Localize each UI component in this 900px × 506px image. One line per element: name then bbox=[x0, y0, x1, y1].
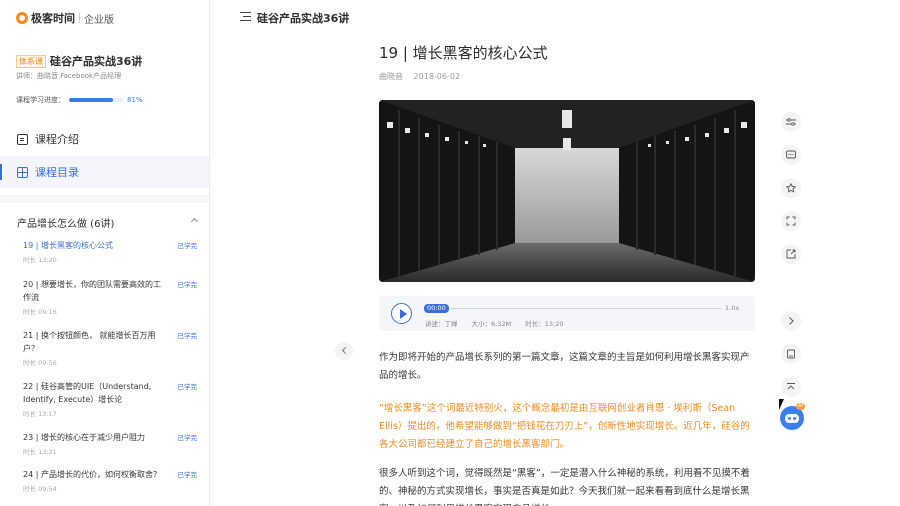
share-icon bbox=[786, 249, 796, 259]
fullscreen-icon bbox=[786, 216, 796, 226]
course-tag: 体系课 bbox=[16, 54, 46, 68]
lesson-duration: 时长 13:21 bbox=[23, 448, 57, 456]
sidebar-divider bbox=[0, 195, 209, 203]
course-teacher: 讲师：曲晓音 Facebook产品经理 bbox=[16, 72, 122, 80]
lesson-title: 20 | 想要增长，你的团队需要高效的工作流 bbox=[23, 280, 161, 302]
article-paragraph-highlight: “增长黑客”这个词最近特别火，这个概念最初是由互联网创业者肖恩 · 埃利斯（Se… bbox=[379, 403, 750, 450]
lesson-item[interactable]: 20 | 想要增长，你的团队需要高效的工作流 时长 09:16 已学完 bbox=[23, 278, 197, 316]
lesson-status: 已学完 bbox=[177, 434, 198, 442]
nav-course-intro[interactable]: 课程介绍 bbox=[0, 123, 209, 155]
audio-player: 00:00 1.0x 讲述：丁婵 大小：6.32M 时长：13:20 bbox=[379, 296, 755, 331]
course-header: 体系课 硅谷产品实战36讲 bbox=[16, 53, 142, 69]
next-icon bbox=[789, 317, 794, 325]
audio-progress-track[interactable] bbox=[451, 308, 721, 309]
progress-fill bbox=[69, 98, 113, 102]
chevron-up-icon bbox=[190, 217, 199, 226]
lesson-title: 19 | 增长黑客的核心公式 bbox=[23, 241, 113, 250]
progress-value: 81% bbox=[127, 96, 143, 104]
audio-duration: 时长：13:20 bbox=[525, 320, 564, 328]
lesson-item[interactable]: 23 | 增长的核心在于减少用户阻力 时长 13:21 已学完 bbox=[23, 431, 197, 456]
settings-icon bbox=[786, 118, 796, 126]
lesson-status: 已学完 bbox=[177, 332, 198, 340]
back-to-top-button[interactable] bbox=[781, 377, 801, 397]
lesson-duration: 时长 09:54 bbox=[23, 485, 57, 493]
nav-label: 课程目录 bbox=[35, 166, 79, 179]
logo-separator bbox=[79, 13, 80, 23]
lesson-title: 22 | 硅谷高管的UIE（Understand, Identify, Exec… bbox=[23, 382, 152, 404]
previous-article-button[interactable] bbox=[335, 342, 353, 360]
bookmark-icon bbox=[787, 349, 795, 359]
chapter-header[interactable]: 产品增长怎么做 (6讲) bbox=[17, 215, 199, 230]
audio-info: 讲述：丁婵 大小：6.32M 时长：13:20 bbox=[425, 318, 575, 328]
star-icon bbox=[786, 183, 796, 193]
logo-name: 极客时间 bbox=[31, 12, 75, 25]
lesson-status: 已学完 bbox=[177, 242, 198, 250]
lesson-title: 24 | 产品增长的代价，如何权衡取舍? bbox=[23, 470, 158, 479]
lesson-duration: 时长 13:17 bbox=[23, 410, 57, 418]
lesson-item[interactable]: 24 | 产品增长的代价，如何权衡取舍? 时长 09:54 已学完 bbox=[23, 468, 197, 493]
share-button[interactable] bbox=[781, 244, 801, 264]
lesson-status: 已学完 bbox=[177, 281, 198, 289]
progress-label: 课程学习进度： bbox=[16, 96, 65, 104]
playback-speed[interactable]: 1.0x bbox=[725, 304, 739, 312]
fullscreen-button[interactable] bbox=[781, 211, 801, 231]
article-meta: 曲晓音 2018-06-02 bbox=[379, 71, 460, 82]
next-article-button[interactable] bbox=[781, 311, 801, 331]
lesson-title: 23 | 增长的核心在于减少用户阻力 bbox=[23, 433, 145, 442]
lesson-status: 已学完 bbox=[177, 383, 198, 391]
robot-icon bbox=[785, 414, 799, 423]
article-date: 2018-06-02 bbox=[413, 72, 461, 81]
comment-icon bbox=[786, 150, 796, 159]
course-progress: 课程学习进度： 81% bbox=[16, 95, 143, 105]
lesson-status: 已学完 bbox=[177, 471, 198, 479]
article-paragraph: 作为即将开始的产品增长系列的第一篇文章，这篇文章的主旨是如何利用增长黑客实现产品… bbox=[379, 352, 750, 381]
sidebar: 极客时间 企业版 体系课 硅谷产品实战36讲 讲师：曲晓音 Facebook产品… bbox=[0, 0, 210, 506]
audio-narrator: 讲述：丁婵 bbox=[425, 320, 458, 328]
nav-label: 课程介绍 bbox=[35, 133, 79, 146]
lesson-duration: 时长 09:16 bbox=[23, 308, 57, 316]
back-to-top-icon bbox=[787, 383, 795, 390]
lesson-duration: 时长 13:20 bbox=[23, 256, 57, 264]
progress-bar bbox=[69, 98, 123, 102]
lesson-item[interactable]: 19 | 增长黑客的核心公式 时长 13:20 已学完 bbox=[23, 239, 197, 264]
lesson-title: 21 | 换个按钮颜色， 就能增长百万用户？ bbox=[23, 331, 156, 353]
settings-button[interactable] bbox=[781, 112, 801, 132]
ai-badge: AI bbox=[796, 403, 805, 410]
comment-button[interactable] bbox=[781, 145, 801, 165]
catalog-icon bbox=[17, 166, 28, 178]
logo[interactable]: 极客时间 企业版 bbox=[16, 10, 114, 26]
doc-icon bbox=[17, 133, 28, 145]
favorite-button[interactable] bbox=[781, 178, 801, 198]
server-room-image bbox=[379, 100, 755, 282]
course-title: 硅谷产品实战36讲 bbox=[50, 55, 143, 68]
menu-toggle-icon[interactable] bbox=[240, 12, 251, 21]
article-paragraph: 很多人听到这个词，觉得既然是“黑客”，一定是潜入什么神秘的系统，利用看不见摸不着… bbox=[379, 468, 750, 506]
bookmark-button[interactable] bbox=[781, 344, 801, 364]
lesson-item[interactable]: 21 | 换个按钮颜色， 就能增长百万用户？ 时长 09:56 已学完 bbox=[23, 329, 197, 367]
logo-icon bbox=[16, 12, 28, 24]
mouse-cursor-icon bbox=[779, 399, 784, 410]
article-author: 曲晓音 bbox=[379, 72, 403, 81]
nav-course-catalog[interactable]: 课程目录 bbox=[0, 156, 209, 188]
top-bar-title: 硅谷产品实战36讲 bbox=[257, 12, 350, 25]
lesson-item[interactable]: 22 | 硅谷高管的UIE（Understand, Identify, Exec… bbox=[23, 380, 197, 418]
top-bar: 硅谷产品实战36讲 bbox=[210, 0, 900, 36]
chapter-title: 产品增长怎么做 (6讲) bbox=[17, 219, 115, 230]
lesson-duration: 时长 09:56 bbox=[23, 359, 57, 367]
audio-size: 大小：6.32M bbox=[471, 320, 512, 328]
play-button[interactable] bbox=[391, 303, 412, 324]
article-hero-image bbox=[379, 100, 755, 282]
article-title: 19 | 增长黑客的核心公式 bbox=[379, 44, 548, 62]
audio-current-time: 00:00 bbox=[424, 304, 449, 313]
logo-edition: 企业版 bbox=[84, 14, 114, 26]
